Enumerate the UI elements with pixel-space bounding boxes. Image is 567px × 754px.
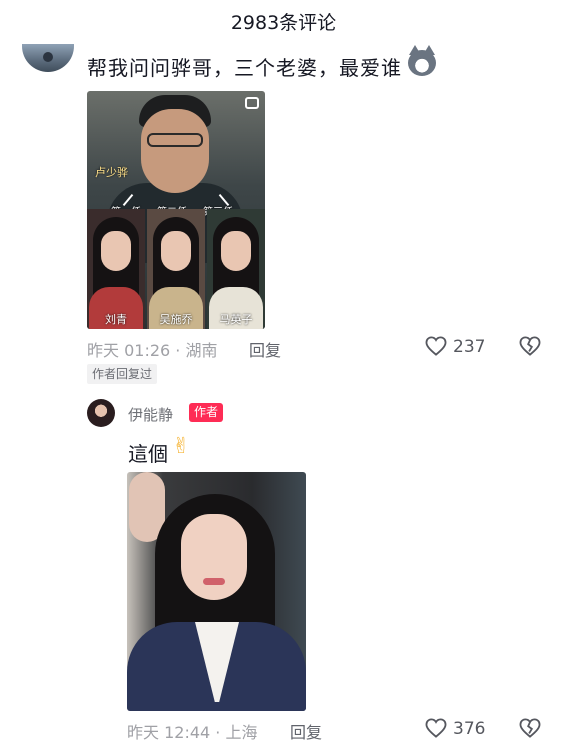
comment-text: 帮我问问骅哥，三个老婆，最爱谁	[87, 56, 402, 80]
cat-face-emoji-icon	[408, 45, 436, 76]
comment-image[interactable]: 卢少骅 第一任 第二任 第三任 刘青 吴施乔 马英子	[87, 91, 265, 329]
avatar[interactable]	[22, 44, 74, 72]
woman-photo-1: 刘青	[87, 209, 145, 329]
dislike-icon[interactable]	[519, 336, 541, 360]
victory-hand-emoji-icon: ✌	[172, 434, 191, 459]
comments-count-title: 2983条评论	[230, 12, 337, 34]
reply-reply-button[interactable]: 回复	[290, 719, 322, 743]
author-replied-badge: 作者回复过	[87, 364, 158, 384]
reply-dislike-icon[interactable]	[519, 718, 541, 742]
woman-photo-3: 马英子	[207, 209, 265, 329]
comment-meta: 昨天 01:26 · 湖南	[87, 341, 218, 360]
reply-like-count: 376	[453, 719, 486, 739]
reply-image[interactable]	[127, 472, 306, 711]
reply-like-icon[interactable]	[425, 718, 447, 742]
reply-text: 這個	[128, 442, 168, 466]
woman-photo-2: 吴施乔	[147, 209, 205, 329]
like-icon[interactable]	[425, 336, 447, 360]
like-count: 237	[453, 337, 486, 357]
image-label-top: 卢少骅	[95, 166, 128, 179]
reply-button[interactable]: 回复	[249, 337, 281, 361]
reply-username[interactable]: 伊能静	[128, 404, 173, 425]
author-badge: 作者	[189, 403, 224, 422]
reply-meta: 昨天 12:44 · 上海	[127, 723, 258, 742]
reply-avatar[interactable]	[87, 399, 115, 427]
copy-icon	[245, 97, 259, 109]
